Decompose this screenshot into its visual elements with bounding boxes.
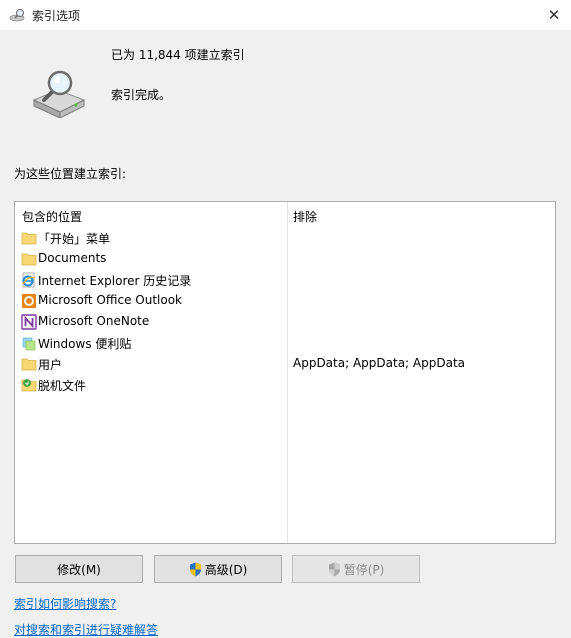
list-item-offline-files[interactable]: 脱机文件 xyxy=(15,374,555,395)
sticky-notes-icon xyxy=(22,337,36,351)
how-indexing-affects-search-link[interactable]: 索引如何影响搜索? xyxy=(14,595,116,612)
modify-button-label: 修改(M) xyxy=(57,562,101,577)
location-exclusions: AppData; AppData; AppData xyxy=(293,356,466,370)
internet-explorer-icon xyxy=(22,272,36,288)
list-item-users[interactable]: 用户 AppData; AppData; AppData xyxy=(15,353,555,374)
location-name: Microsoft Office Outlook xyxy=(38,293,182,307)
window-title: 索引选项 xyxy=(32,9,81,23)
list-item-onenote[interactable]: Microsoft OneNote xyxy=(15,311,555,332)
column-header-excluded[interactable]: 排除 xyxy=(293,208,317,225)
close-icon: ✕ xyxy=(547,6,561,24)
list-item-ie-history[interactable]: Internet Explorer 历史记录 xyxy=(15,269,555,290)
outlook-icon xyxy=(22,294,36,308)
location-name: Internet Explorer 历史记录 xyxy=(38,274,192,288)
modify-button[interactable]: 修改(M) xyxy=(15,555,143,583)
pause-button[interactable]: 暂停(P) xyxy=(292,555,420,583)
list-item-outlook[interactable]: Microsoft Office Outlook xyxy=(15,290,555,311)
indexing-options-icon xyxy=(9,9,25,22)
folder-icon xyxy=(21,253,37,266)
indexed-locations-list[interactable]: 包含的位置 排除 「开始」菜单 Documents Internet Explo… xyxy=(14,201,556,544)
location-name: 用户 xyxy=(38,358,63,372)
indexing-drive-search-icon xyxy=(32,70,86,118)
list-item-documents[interactable]: Documents xyxy=(15,248,555,269)
advanced-button-label: 高级(D) xyxy=(204,562,248,577)
location-name: 脱机文件 xyxy=(38,379,87,393)
folder-icon xyxy=(21,232,37,245)
close-button[interactable]: ✕ xyxy=(541,2,567,28)
list-item-sticky-notes[interactable]: Windows 便利贴 xyxy=(15,332,555,353)
uac-shield-icon xyxy=(189,562,201,576)
location-name: 「开始」菜单 xyxy=(38,232,111,246)
location-name: Microsoft OneNote xyxy=(38,314,150,328)
folder-icon xyxy=(21,358,37,371)
pause-button-label: 暂停(P) xyxy=(343,562,385,577)
location-name: Documents xyxy=(38,251,107,265)
location-name: Windows 便利贴 xyxy=(38,337,132,351)
list-item-start-menu[interactable]: 「开始」菜单 xyxy=(15,227,555,248)
uac-shield-icon xyxy=(328,562,340,576)
indexed-count-text: 已为 11,844 项建立索引 xyxy=(111,48,245,62)
column-header-included[interactable]: 包含的位置 xyxy=(22,208,82,225)
advanced-button[interactable]: 高级(D) xyxy=(154,555,282,583)
troubleshoot-search-link[interactable]: 对搜索和索引进行疑难解答 xyxy=(14,621,158,638)
onenote-icon xyxy=(21,314,37,330)
indexing-state-text: 索引完成。 xyxy=(111,88,172,102)
offline-files-icon xyxy=(21,379,37,392)
locations-section-label: 为这些位置建立索引: xyxy=(14,167,127,181)
title-bar: 索引选项 ✕ xyxy=(0,0,571,30)
